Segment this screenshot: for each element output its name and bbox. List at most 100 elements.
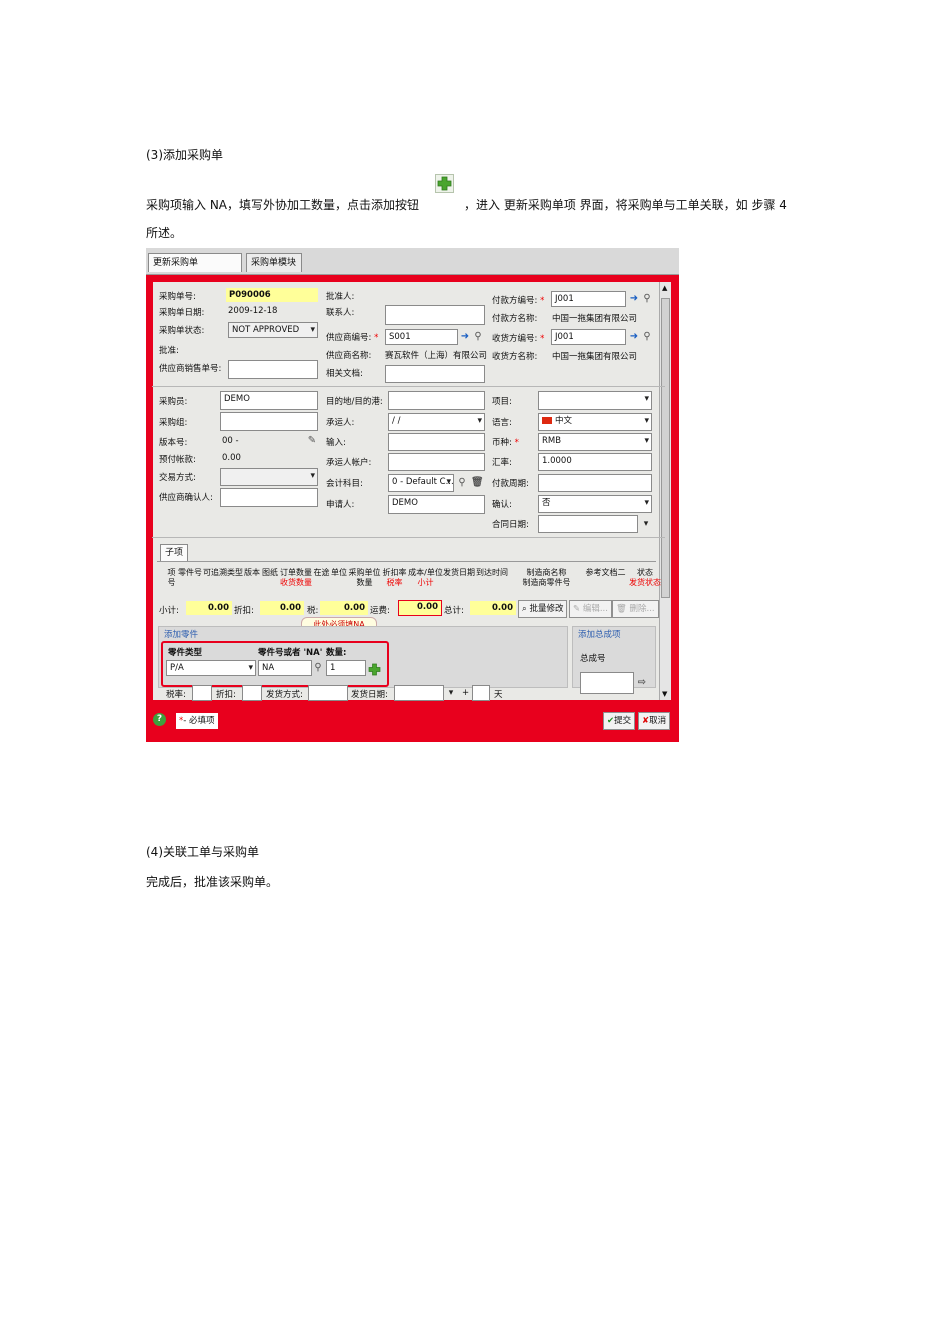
scroll-thumb[interactable]	[661, 298, 670, 598]
ship-date-label: 发货日期:	[351, 690, 388, 700]
tab-subitems[interactable]: 子项	[160, 544, 188, 561]
batch-edit-button[interactable]: ⌕ 批量修改	[518, 600, 568, 618]
help-icon[interactable]: ?	[153, 713, 166, 726]
column-header[interactable]: 折扣率 税率	[381, 568, 408, 588]
column-header-line1: 采购单位	[348, 568, 381, 577]
applicant-input[interactable]: DEMO	[388, 495, 485, 514]
taxrate-input[interactable]	[192, 685, 212, 701]
receiver-no-input[interactable]: J001	[551, 329, 626, 345]
column-header[interactable]: 版本	[243, 568, 261, 578]
currency-label: 币种: *	[492, 438, 519, 448]
carrier-select[interactable]: / /	[388, 413, 485, 431]
disc-input[interactable]	[242, 685, 262, 701]
column-header-line1: 图纸	[262, 568, 278, 577]
lookup-icon[interactable]: ⚲	[312, 661, 324, 675]
vendor-confirm-input[interactable]	[220, 488, 318, 507]
vendor-no-input[interactable]: S001	[385, 329, 458, 345]
part-type-select[interactable]: P/A	[166, 660, 256, 676]
subtotal-value: 0.00	[186, 601, 232, 615]
project-select[interactable]	[538, 391, 652, 410]
column-header[interactable]: 可追溯	[203, 568, 227, 578]
lookup-icon[interactable]: ⚲	[641, 292, 653, 306]
edit-icon[interactable]: ✎	[306, 434, 318, 448]
cancel-button[interactable]: ✘取消	[638, 712, 671, 730]
part-no-input[interactable]: NA	[258, 660, 312, 676]
input-field[interactable]	[388, 433, 485, 451]
delete-button[interactable]: 🗑 删除...	[612, 600, 659, 618]
receiver-name-value: 中国一拖集团有限公司	[552, 352, 638, 362]
carrier-acct-label: 承运人帐户:	[326, 458, 372, 468]
lookup-icon[interactable]: ⚲	[456, 476, 468, 490]
rate-input[interactable]: 1.0000	[538, 453, 652, 471]
column-header[interactable]: 订单数量 收货数量	[279, 568, 313, 588]
column-header[interactable]: 发货日期	[443, 568, 475, 578]
column-header[interactable]: 项号	[166, 568, 177, 588]
arrow-right-icon[interactable]: ➜	[628, 330, 640, 344]
scroll-down-icon[interactable]: ▼	[662, 690, 667, 698]
contract-date-input[interactable]	[538, 515, 638, 533]
chevron-down-icon[interactable]: ▾	[445, 686, 457, 700]
freight-input[interactable]: 0.00	[398, 600, 442, 616]
column-header[interactable]: 类型	[227, 568, 243, 578]
pay-term-input[interactable]	[538, 474, 652, 492]
column-header-line1: 状态	[637, 568, 653, 577]
ship-method-input[interactable]	[308, 685, 348, 701]
language-select[interactable]: 中文	[538, 413, 652, 431]
submit-button[interactable]: ✔提交	[603, 712, 636, 730]
column-header[interactable]: 制造商名称 制造商零件号	[509, 568, 584, 588]
vendor-no-label: 供应商编号: *	[326, 333, 379, 343]
column-header[interactable]: 参考文档二	[584, 568, 627, 578]
china-flag-icon	[542, 417, 552, 424]
chevron-down-icon[interactable]: ▾	[640, 517, 652, 531]
assembly-no-input[interactable]	[580, 672, 634, 694]
account-select[interactable]: 0 - Default C...	[388, 474, 454, 492]
tab-update-po[interactable]: 更新采购单 *P090006*×	[148, 253, 242, 287]
related-doc-input[interactable]	[385, 365, 485, 383]
column-header[interactable]: 单位	[330, 568, 348, 578]
column-header[interactable]: 到达时间	[475, 568, 509, 578]
currency-select[interactable]: RMB	[538, 433, 652, 451]
column-header[interactable]: 采购单位 数量	[348, 568, 381, 588]
qty-input[interactable]: 1	[326, 660, 366, 676]
po-no-label: 采购单号:	[159, 292, 196, 302]
column-header[interactable]: 零件号	[177, 568, 203, 578]
vertical-scrollbar[interactable]: ▲ ▼	[659, 282, 671, 700]
dest-input[interactable]	[388, 391, 485, 410]
column-header[interactable]: 在途	[313, 568, 330, 578]
version-label: 版本号:	[159, 438, 188, 448]
buyer-input[interactable]: DEMO	[220, 391, 318, 410]
contact-input[interactable]	[385, 305, 485, 325]
payer-no-input[interactable]: J001	[551, 291, 626, 307]
column-header[interactable]: 图纸	[261, 568, 279, 578]
trash-icon[interactable]: 🗑	[471, 476, 484, 490]
edit-button[interactable]: ✎ 编辑...	[569, 600, 612, 618]
po-status-select[interactable]: NOT APPROVED	[228, 322, 318, 338]
column-header[interactable]: 成本/单位 小计	[408, 568, 443, 588]
trash-icon: 🗑	[616, 604, 630, 614]
add-plus-icon	[435, 174, 454, 193]
tab-po-module[interactable]: 采购单模块×	[246, 253, 302, 287]
days-input[interactable]	[472, 685, 490, 701]
related-doc-label: 相关文档:	[326, 369, 363, 379]
lookup-icon[interactable]: ⚲	[472, 330, 484, 344]
carrier-acct-input[interactable]	[388, 453, 485, 471]
arrow-right-icon[interactable]: ➜	[628, 292, 640, 306]
confirm-select[interactable]: 否	[538, 495, 652, 513]
column-header-line2: 发货状态	[629, 578, 661, 587]
vendor-so-input[interactable]	[228, 360, 318, 379]
scroll-up-icon[interactable]: ▲	[662, 284, 667, 292]
vendor-confirm-label: 供应商确认人:	[159, 493, 213, 503]
group-label: 采购组:	[159, 418, 188, 428]
column-header[interactable]: 状态 发货状态	[627, 568, 663, 588]
lookup-icon[interactable]: ⚲	[641, 330, 653, 344]
part-no-label: 零件号或者 'NA'	[258, 648, 323, 658]
arrow-right-icon[interactable]: ⇨	[636, 676, 648, 690]
column-header-line1: 订单数量	[280, 568, 312, 577]
ship-date-input[interactable]	[394, 685, 444, 701]
group-input[interactable]	[220, 412, 318, 431]
add-plus-icon[interactable]	[368, 661, 381, 676]
part-type-label: 零件类型	[168, 648, 203, 658]
trade-select[interactable]	[220, 468, 318, 486]
total-value: 0.00	[470, 601, 516, 615]
arrow-right-icon[interactable]: ➜	[459, 330, 471, 344]
